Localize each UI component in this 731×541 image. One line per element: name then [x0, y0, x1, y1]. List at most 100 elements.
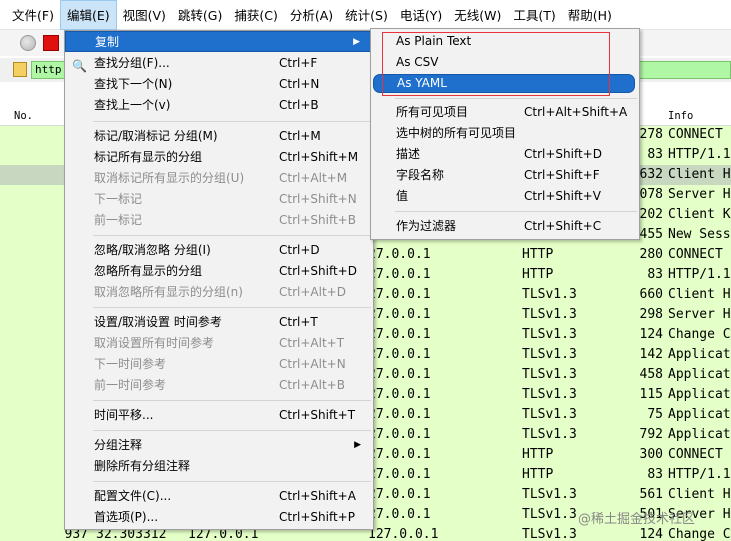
table-cell-proto: TLSv1.3: [522, 287, 577, 302]
menu-separator: [93, 400, 371, 401]
table-cell-proto: TLSv1.3: [522, 327, 577, 342]
submenu-arrow-icon: ▶: [354, 440, 361, 450]
table-cell-proto: TLSv1.3: [522, 507, 577, 522]
menu-item-ignore[interactable]: 忽略/取消忽略 分组(I) Ctrl+D: [65, 240, 373, 261]
menu-item-packet-comment[interactable]: 分组注释 ▶: [65, 435, 373, 456]
table-cell-dst: 27.0.0.1: [368, 327, 431, 342]
menu-wireless[interactable]: 无线(W): [448, 0, 507, 30]
menu-item-delete-comments[interactable]: 删除所有分组注释: [65, 456, 373, 477]
column-header-no[interactable]: No.: [14, 110, 33, 122]
menu-item-shortcut: Ctrl+Shift+B: [279, 213, 356, 227]
menu-item-copy-value[interactable]: 值 Ctrl+Shift+V: [371, 186, 639, 207]
table-cell-proto: TLSv1.3: [522, 307, 577, 322]
menu-item-unmark-all[interactable]: 取消标记所有显示的分组(U) Ctrl+Alt+M: [65, 168, 373, 189]
table-cell-info: HTTP/1.1: [668, 467, 731, 482]
menu-bar: 文件(F) 编辑(E) 视图(V) 跳转(G) 捕获(C) 分析(A) 统计(S…: [0, 0, 731, 30]
menu-item-label: 标记所有显示的分组: [94, 150, 203, 164]
menu-capture[interactable]: 捕获(C): [228, 0, 283, 30]
menu-item-label: 前一标记: [94, 213, 143, 227]
table-cell-info: Change C: [668, 327, 731, 342]
table-cell-len: 83: [647, 267, 663, 282]
menu-view[interactable]: 视图(V): [117, 0, 172, 30]
menu-item-copy-all-visible[interactable]: 所有可见项目 Ctrl+Alt+Shift+A: [371, 102, 639, 123]
menu-separator: [395, 98, 637, 99]
table-cell-dst: 27.0.0.1: [368, 407, 431, 422]
menu-item-mark[interactable]: 标记/取消标记 分组(M) Ctrl+M: [65, 126, 373, 147]
menu-item-label: 设置/取消设置 时间参考: [94, 315, 222, 329]
menu-item-label: 时间平移...: [94, 408, 154, 422]
menu-item-find-prev[interactable]: 查找上一个(v) Ctrl+B: [65, 95, 373, 116]
menu-item-label: 所有可见项目: [396, 105, 469, 119]
menu-item-time-ref[interactable]: 设置/取消设置 时间参考 Ctrl+T: [65, 312, 373, 333]
column-header-info[interactable]: Info: [668, 110, 693, 122]
menu-item-shortcut: Ctrl+Shift+P: [279, 510, 355, 524]
menu-item-copy-all-visible-selected-tree[interactable]: 选中树的所有可见项目: [371, 123, 639, 144]
menu-tools[interactable]: 工具(T): [507, 0, 561, 30]
menu-item-unset-time-ref[interactable]: 取消设置所有时间参考 Ctrl+Alt+T: [65, 333, 373, 354]
menu-item-copy[interactable]: 复制 ▶: [65, 31, 373, 52]
menu-item-label: 忽略所有显示的分组: [94, 264, 203, 278]
menu-item-find-next[interactable]: 查找下一个(N) Ctrl+N: [65, 74, 373, 95]
menu-item-copy-description[interactable]: 描述 Ctrl+Shift+D: [371, 144, 639, 165]
table-cell-dst: 27.0.0.1: [368, 487, 431, 502]
menu-help[interactable]: 帮助(H): [562, 0, 618, 30]
stop-capture-icon[interactable]: [43, 35, 59, 51]
table-cell-info: Change C: [668, 527, 731, 541]
table-cell-dst: 27.0.0.1: [368, 427, 431, 442]
menu-item-find-packet[interactable]: 🔍 查找分组(F)... Ctrl+F: [65, 53, 373, 74]
menu-item-label: 查找下一个(N): [94, 77, 173, 91]
menu-item-profiles[interactable]: 配置文件(C)... Ctrl+Shift+A: [65, 486, 373, 507]
table-cell-proto: TLSv1.3: [522, 527, 577, 541]
table-cell-len: 300: [639, 447, 663, 462]
table-cell-info: Applicat: [668, 427, 731, 442]
table-cell-info: CONNECT: [668, 127, 723, 142]
table-cell-len: 280: [639, 247, 663, 262]
menu-separator: [93, 121, 371, 122]
table-cell-proto: TLSv1.3: [522, 487, 577, 502]
menu-item-label: 字段名称: [396, 168, 445, 182]
bookmark-icon[interactable]: [13, 62, 27, 77]
menu-item-label: 选中树的所有可见项目: [396, 126, 517, 140]
menu-file[interactable]: 文件(F): [6, 0, 60, 30]
menu-item-shortcut: Ctrl+M: [279, 129, 321, 143]
menu-separator: [93, 307, 371, 308]
menu-edit[interactable]: 编辑(E): [59, 0, 117, 30]
menu-item-time-shift[interactable]: 时间平移... Ctrl+Shift+T: [65, 405, 373, 426]
menu-analyze[interactable]: 分析(A): [284, 0, 339, 30]
menu-item-label: 描述: [396, 147, 421, 161]
menu-item-ignore-all[interactable]: 忽略所有显示的分组 Ctrl+Shift+D: [65, 261, 373, 282]
menu-item-shortcut: Ctrl+F: [279, 56, 318, 70]
table-cell-info: Server H: [668, 187, 731, 202]
menu-item-label: 标记/取消标记 分组(M): [94, 129, 218, 143]
edit-menu: 复制 ▶ 🔍 查找分组(F)... Ctrl+F 查找下一个(N) Ctrl+N…: [64, 30, 374, 530]
table-cell-info: CONNECT: [668, 447, 723, 462]
table-cell-len: 792: [639, 427, 663, 442]
menu-item-label: 值: [396, 189, 409, 203]
menu-item-label: 分组注释: [94, 438, 143, 452]
menu-item-label: 复制: [95, 35, 120, 49]
menu-go[interactable]: 跳转(G): [172, 0, 228, 30]
menu-item-shortcut: Ctrl+Shift+M: [279, 150, 359, 164]
menu-statistics[interactable]: 统计(S): [339, 0, 394, 30]
table-cell-info: HTTP/1.1: [668, 147, 731, 162]
menu-separator: [395, 211, 637, 212]
table-cell-info: HTTP/1.1: [668, 267, 731, 282]
menu-item-copy-as-filter[interactable]: 作为过滤器 Ctrl+Shift+C: [371, 216, 639, 237]
menu-item-next-mark[interactable]: 下一标记 Ctrl+Shift+N: [65, 189, 373, 210]
menu-item-preferences[interactable]: 首选项(P)... Ctrl+Shift+P: [65, 507, 373, 528]
table-cell-proto: HTTP: [522, 467, 554, 482]
table-cell-proto: TLSv1.3: [522, 367, 577, 382]
menu-item-next-time-ref[interactable]: 下一时间参考 Ctrl+Alt+N: [65, 354, 373, 375]
menu-item-prev-mark[interactable]: 前一标记 Ctrl+Shift+B: [65, 210, 373, 231]
table-cell-len: 142: [639, 347, 663, 362]
menu-item-prev-time-ref[interactable]: 前一时间参考 Ctrl+Alt+B: [65, 375, 373, 396]
shark-fin-icon[interactable]: [20, 35, 36, 51]
menu-item-shortcut: Ctrl+Shift+T: [279, 408, 356, 422]
menu-telephony[interactable]: 电话(Y): [394, 0, 448, 30]
menu-separator: [93, 481, 371, 482]
table-cell-dst: 27.0.0.1: [368, 387, 431, 402]
menu-item-shortcut: Ctrl+Shift+V: [524, 189, 601, 203]
menu-item-unignore-all[interactable]: 取消忽略所有显示的分组(n) Ctrl+Alt+D: [65, 282, 373, 303]
menu-item-copy-field-name[interactable]: 字段名称 Ctrl+Shift+F: [371, 165, 639, 186]
menu-item-mark-all[interactable]: 标记所有显示的分组 Ctrl+Shift+M: [65, 147, 373, 168]
